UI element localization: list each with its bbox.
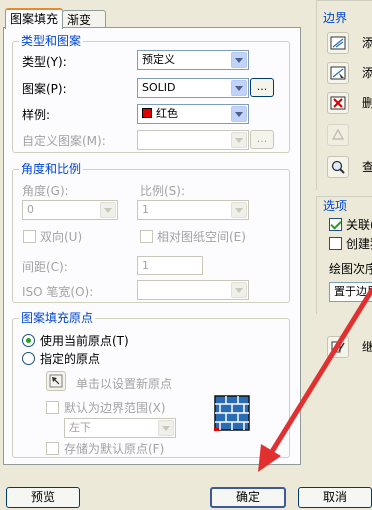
- red-arrow-annotation: [258, 287, 372, 472]
